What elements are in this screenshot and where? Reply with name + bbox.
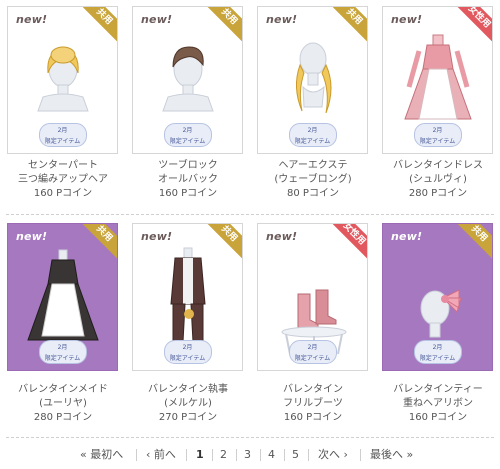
row-divider bbox=[6, 437, 494, 438]
item-caption-3[interactable]: ヘアーエクステ (ウェーブロング) 80 Pコイン bbox=[253, 159, 373, 201]
item-card-4[interactable]: new! 女性用 2月 限定アイテム bbox=[382, 6, 493, 154]
new-label: new! bbox=[391, 13, 423, 26]
new-label: new! bbox=[141, 13, 173, 26]
item-card-8[interactable]: new! 共用 2月 限定アイテム bbox=[382, 223, 493, 371]
pager-divider bbox=[360, 449, 361, 461]
item-card-2[interactable]: new! 共用 2月 限定アイテム bbox=[132, 6, 243, 154]
pager-divider bbox=[212, 449, 213, 461]
limited-badge: 2月 限定アイテム bbox=[288, 123, 337, 147]
pager-divider bbox=[284, 449, 285, 461]
new-label: new! bbox=[266, 13, 298, 26]
new-label: new! bbox=[266, 230, 298, 243]
item-card-1[interactable]: new! 共用 2月 限定アイテム bbox=[7, 6, 118, 154]
pager-divider bbox=[260, 449, 261, 461]
item-caption-5[interactable]: バレンタインメイド (ユーリヤ) 280 Pコイン bbox=[3, 383, 123, 425]
limited-badge: 2月 限定アイテム bbox=[38, 123, 87, 147]
pager-divider bbox=[136, 449, 137, 461]
new-label: new! bbox=[141, 230, 173, 243]
page-5-link[interactable]: 5 bbox=[292, 447, 299, 463]
prev-page-link[interactable]: ‹ 前へ bbox=[146, 447, 176, 463]
item-caption-7[interactable]: バレンタイン フリルブーツ 160 Pコイン bbox=[253, 383, 373, 425]
item-caption-6[interactable]: バレンタイン執事 (メルケル) 270 Pコイン bbox=[128, 383, 248, 425]
new-label: new! bbox=[16, 13, 48, 26]
next-page-link[interactable]: 次へ › bbox=[318, 447, 348, 463]
item-card-7[interactable]: new! 女性用 2月 限定アイテム bbox=[257, 223, 368, 371]
page-2-link[interactable]: 2 bbox=[220, 447, 227, 463]
item-caption-8[interactable]: バレンタインティー 重ねヘアリボン 160 Pコイン bbox=[378, 383, 498, 425]
first-page-link[interactable]: « 最初へ bbox=[80, 447, 123, 463]
limited-badge: 2月 限定アイテム bbox=[163, 340, 212, 364]
item-card-6[interactable]: new! 共用 2月 限定アイテム bbox=[132, 223, 243, 371]
pagination: « 最初へ ‹ 前へ 1 2 3 4 5 次へ › 最後へ » bbox=[0, 447, 500, 463]
item-caption-4[interactable]: バレンタインドレス (シュルヴィ) 280 Pコイン bbox=[378, 159, 498, 201]
item-caption-2[interactable]: ツーブロック オールバック 160 Pコイン bbox=[128, 159, 248, 201]
pager-divider bbox=[236, 449, 237, 461]
item-card-3[interactable]: new! 共用 2月 限定アイテム bbox=[257, 6, 368, 154]
item-card-5[interactable]: new! 共用 2月 限定アイテム bbox=[7, 223, 118, 371]
limited-badge: 2月 限定アイテム bbox=[413, 340, 462, 364]
limited-badge: 2月 限定アイテム bbox=[288, 340, 337, 364]
limited-badge: 2月 限定アイテム bbox=[413, 123, 462, 147]
pager-divider bbox=[308, 449, 309, 461]
limited-badge: 2月 限定アイテム bbox=[38, 340, 87, 364]
page-1-current: 1 bbox=[196, 448, 204, 461]
item-caption-1[interactable]: センターパート 三つ編みアップヘア 160 Pコイン bbox=[3, 159, 123, 201]
row-divider bbox=[6, 214, 494, 215]
page-3-link[interactable]: 3 bbox=[244, 447, 251, 463]
limited-badge: 2月 限定アイテム bbox=[163, 123, 212, 147]
pager-divider bbox=[186, 449, 187, 461]
page-4-link[interactable]: 4 bbox=[268, 447, 275, 463]
new-label: new! bbox=[391, 230, 423, 243]
new-label: new! bbox=[16, 230, 48, 243]
last-page-link[interactable]: 最後へ » bbox=[370, 447, 413, 463]
